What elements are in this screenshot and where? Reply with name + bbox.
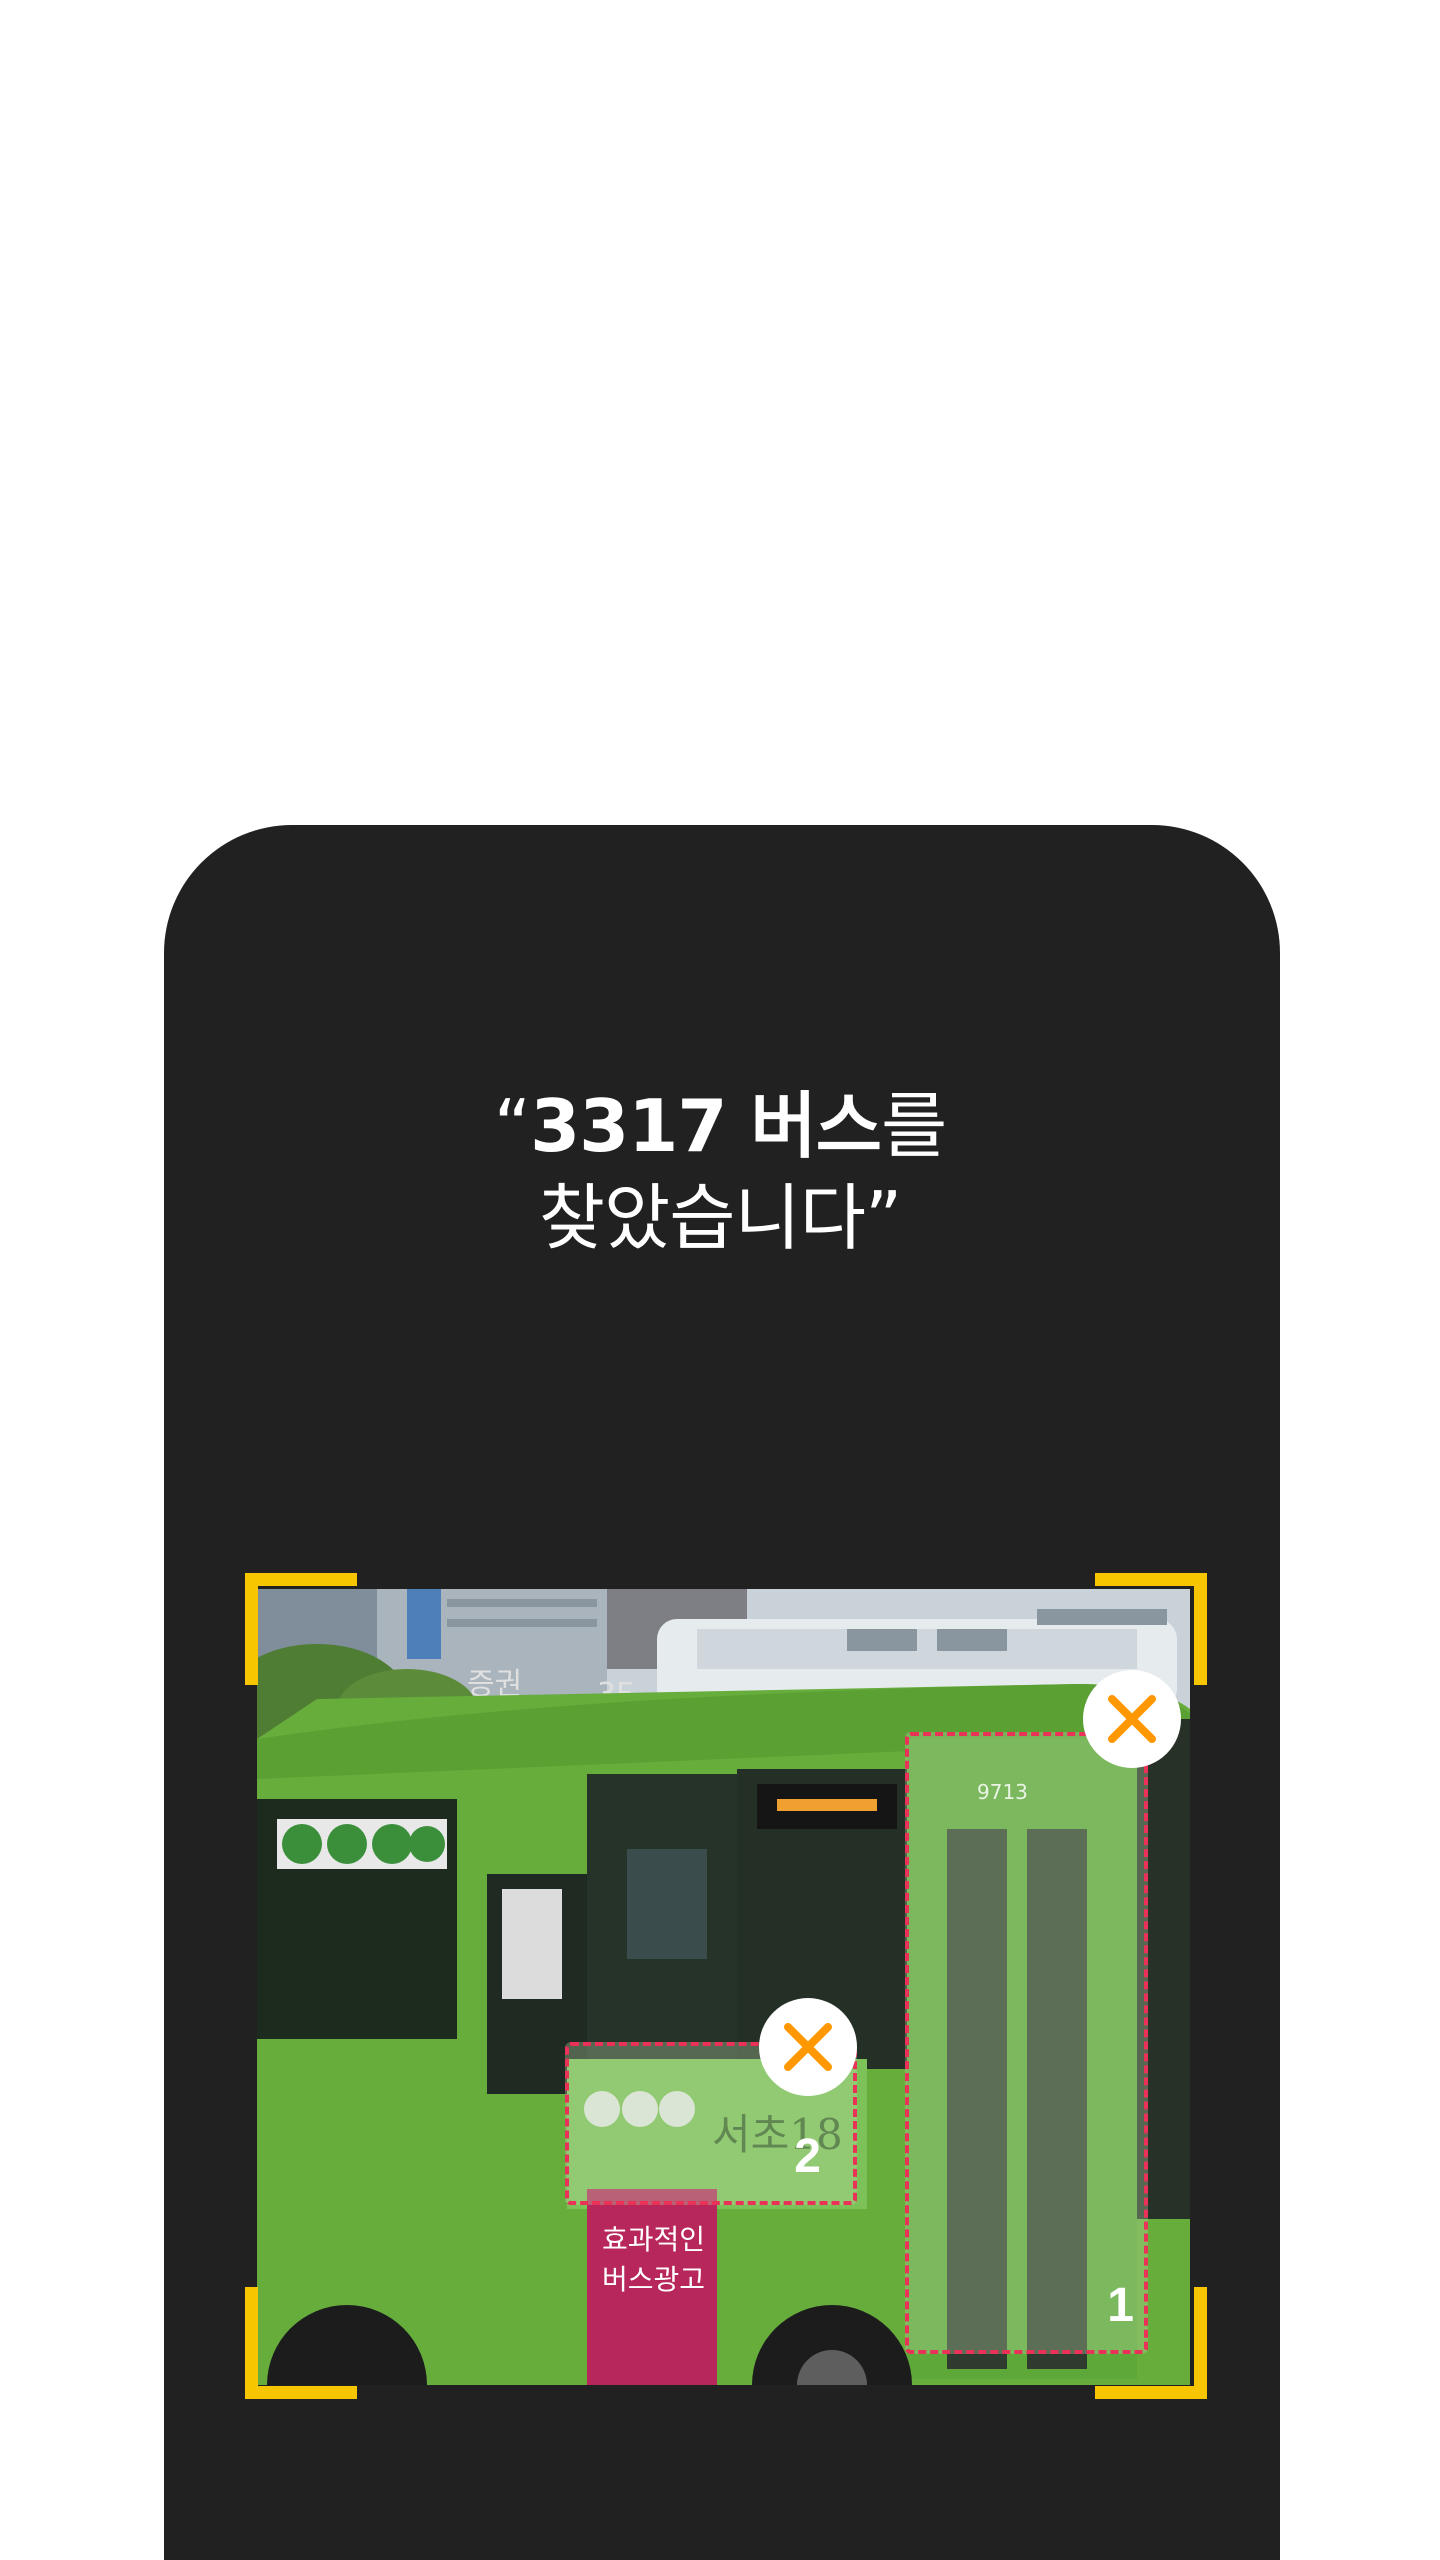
remove-detection-1-button[interactable] [1083, 1670, 1181, 1768]
close-icon [784, 2023, 832, 2071]
result-message-line1: “3317 버스를 [0, 1080, 1440, 1172]
svg-text:버스광고: 버스광고 [602, 2263, 705, 2296]
svg-text:효과적인: 효과적인 [602, 2223, 705, 2256]
quote-open: “ [493, 1084, 531, 1168]
frame-corner-top-left [245, 1573, 357, 1685]
result-message: “3317 버스를 찾았습니다” [0, 1080, 1440, 1264]
frame-corner-bottom-left [245, 2287, 357, 2399]
remove-detection-2-button[interactable] [759, 1998, 857, 2096]
close-icon [1108, 1695, 1156, 1743]
quote-close: ” [864, 1176, 902, 1260]
frame-corner-top-right [1095, 1573, 1207, 1685]
particle: 를 [881, 1084, 947, 1168]
found-text: 찾았습니다 [538, 1176, 866, 1260]
detection-label: 2 [794, 2130, 821, 2183]
detection-box-1[interactable]: 1 [905, 1732, 1148, 2354]
bus-number: 3317 버스 [530, 1084, 882, 1168]
detection-label: 1 [1107, 2279, 1134, 2332]
result-message-line2: 찾았습니다” [0, 1172, 1440, 1264]
